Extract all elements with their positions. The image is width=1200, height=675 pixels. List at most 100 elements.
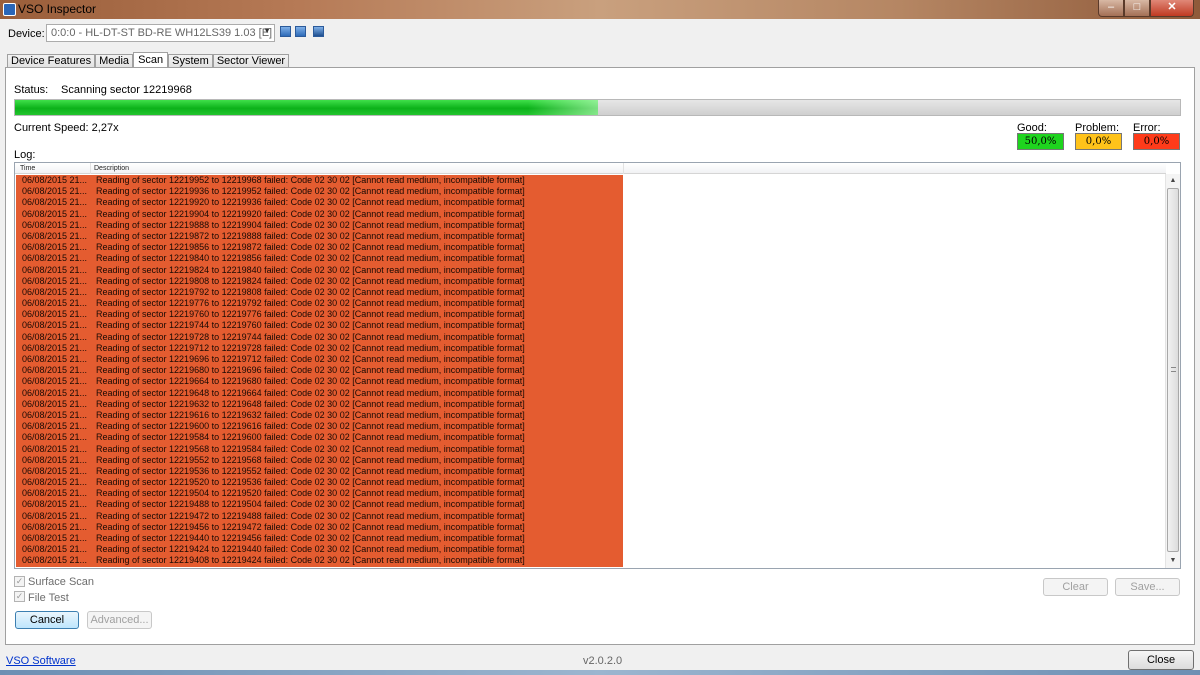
log-time-cell: 06/08/2015 21...: [22, 208, 88, 219]
log-row[interactable]: 06/08/2015 21... Reading of sector 122195…: [16, 465, 623, 478]
log-time-cell: 06/08/2015 21...: [22, 421, 88, 432]
log-time-cell: 06/08/2015 21...: [22, 264, 88, 275]
log-row[interactable]: 06/08/2015 21... Reading of sector 122195…: [16, 432, 623, 444]
log-time-cell: 06/08/2015 21...: [22, 398, 88, 409]
log-time-cell: 06/08/2015 21...: [22, 488, 88, 499]
log-description-cell: Reading of sector 12219552 to 12219568 f…: [96, 454, 525, 465]
log-description-cell: Reading of sector 12219776 to 12219792 f…: [96, 298, 525, 309]
log-scrollbar[interactable]: ▲ ▼: [1165, 174, 1180, 568]
scroll-up-icon[interactable]: ▲: [1166, 174, 1180, 188]
surface-scan-checkbox[interactable]: ✓: [14, 576, 25, 587]
tab-media[interactable]: Media: [95, 54, 134, 68]
column-separator[interactable]: [90, 163, 91, 174]
device-label: Device:: [8, 28, 45, 40]
cancel-button[interactable]: Cancel: [15, 611, 79, 629]
log-description-cell: Reading of sector 12219712 to 12219728 f…: [96, 342, 525, 353]
log-row[interactable]: 06/08/2015 21... Reading of sector 122195…: [16, 454, 623, 466]
refresh-icon[interactable]: [280, 26, 291, 37]
eject-icon[interactable]: [295, 26, 306, 37]
log-description-cell: Reading of sector 12219808 to 12219824 f…: [96, 275, 525, 286]
log-time-cell: 06/08/2015 21...: [22, 376, 88, 387]
tab-sector-viewer[interactable]: Sector Viewer: [212, 54, 290, 68]
log-row[interactable]: 06/08/2015 21... Reading of sector 122196…: [16, 354, 623, 366]
log-row[interactable]: 06/08/2015 21... Reading of sector 122196…: [16, 421, 623, 433]
log-row[interactable]: 06/08/2015 21... Reading of sector 122197…: [16, 298, 623, 310]
log-description-cell: Reading of sector 12219760 to 12219776 f…: [96, 309, 525, 320]
log-description-cell: Reading of sector 12219792 to 12219808 f…: [96, 286, 525, 297]
log-row[interactable]: 06/08/2015 21... Reading of sector 122198…: [16, 219, 623, 231]
log-description-cell: Reading of sector 12219424 to 12219440 f…: [96, 544, 525, 555]
log-row[interactable]: 06/08/2015 21... Reading of sector 122197…: [16, 331, 623, 343]
log-row[interactable]: 06/08/2015 21... Reading of sector 122198…: [16, 242, 623, 254]
log-row[interactable]: 06/08/2015 21... Reading of sector 122196…: [16, 398, 623, 410]
file-test-label: File Test: [28, 592, 69, 604]
log-time-cell: 06/08/2015 21...: [22, 544, 88, 555]
log-row[interactable]: 06/08/2015 21... Reading of sector 122194…: [16, 510, 623, 522]
log-row[interactable]: 06/08/2015 21... Reading of sector 122197…: [16, 320, 623, 332]
scrollbar-thumb[interactable]: [1167, 188, 1179, 552]
log-row[interactable]: 06/08/2015 21... Reading of sector 122196…: [16, 409, 623, 422]
column-header-time[interactable]: Time: [20, 165, 35, 172]
log-description-cell: Reading of sector 12219664 to 12219680 f…: [96, 376, 525, 387]
log-time-cell: 06/08/2015 21...: [22, 342, 88, 353]
log-row[interactable]: 06/08/2015 21... Reading of sector 122199…: [16, 186, 623, 198]
log-row[interactable]: 06/08/2015 21... Reading of sector 122194…: [16, 499, 623, 511]
log-time-cell: 06/08/2015 21...: [22, 230, 88, 241]
log-time-cell: 06/08/2015 21...: [22, 219, 88, 230]
log-row[interactable]: 06/08/2015 21... Reading of sector 122197…: [16, 342, 623, 354]
column-separator[interactable]: [623, 163, 624, 174]
good-percentage: 50,0%: [1017, 133, 1064, 150]
save-log-button[interactable]: Save...: [1115, 578, 1180, 596]
log-row[interactable]: 06/08/2015 21... Reading of sector 122196…: [16, 376, 623, 388]
log-label: Log:: [14, 149, 36, 161]
surface-scan-label: Surface Scan: [28, 576, 95, 588]
log-description-cell: Reading of sector 12219840 to 12219856 f…: [96, 253, 525, 264]
log-description-cell: Reading of sector 12219600 to 12219616 f…: [96, 421, 525, 432]
log-row[interactable]: 06/08/2015 21... Reading of sector 122196…: [16, 365, 623, 377]
file-test-checkbox[interactable]: ✓: [14, 591, 25, 602]
log-row[interactable]: 06/08/2015 21... Reading of sector 122194…: [16, 521, 623, 533]
column-header-description[interactable]: Description: [94, 165, 129, 172]
log-row[interactable]: 06/08/2015 21... Reading of sector 122196…: [16, 387, 623, 399]
log-row[interactable]: 06/08/2015 21... Reading of sector 122198…: [16, 275, 623, 287]
log-row[interactable]: 06/08/2015 21... Reading of sector 122198…: [16, 264, 623, 276]
maximize-button[interactable]: □: [1124, 0, 1150, 17]
log-row[interactable]: 06/08/2015 21... Reading of sector 122199…: [16, 197, 623, 209]
log-row[interactable]: 06/08/2015 21... Reading of sector 122197…: [16, 286, 623, 299]
log-row[interactable]: 06/08/2015 21... Reading of sector 122194…: [16, 555, 623, 567]
taskbar-edge: [0, 670, 1200, 675]
log-time-cell: 06/08/2015 21...: [22, 186, 88, 197]
log-row[interactable]: 06/08/2015 21... Reading of sector 122198…: [16, 253, 623, 265]
scroll-down-icon[interactable]: ▼: [1166, 554, 1180, 568]
log-row[interactable]: 06/08/2015 21... Reading of sector 122199…: [16, 208, 623, 220]
vso-software-link[interactable]: VSO Software: [6, 655, 76, 667]
log-table[interactable]: Time Description 06/08/2015 21... Reading…: [14, 162, 1181, 569]
clear-button[interactable]: Clear: [1043, 578, 1108, 596]
log-row[interactable]: 06/08/2015 21... Reading of sector 122195…: [16, 488, 623, 500]
close-button[interactable]: Close: [1128, 650, 1194, 670]
log-description-cell: Reading of sector 12219696 to 12219712 f…: [96, 354, 525, 364]
save-icon[interactable]: [313, 26, 324, 37]
log-description-cell: Reading of sector 12219744 to 12219760 f…: [96, 320, 525, 331]
log-description-cell: Reading of sector 12219632 to 12219648 f…: [96, 398, 525, 409]
log-row[interactable]: 06/08/2015 21... Reading of sector 122198…: [16, 230, 623, 243]
log-row[interactable]: 06/08/2015 21... Reading of sector 122199…: [16, 175, 623, 187]
log-description-cell: Reading of sector 12219872 to 12219888 f…: [96, 230, 525, 241]
device-select[interactable]: 0:0:0 - HL-DT-ST BD-RE WH12LS39 1.03 [E]…: [46, 24, 275, 42]
log-time-cell: 06/08/2015 21...: [22, 242, 88, 253]
tab-scan[interactable]: Scan: [133, 52, 169, 68]
log-row[interactable]: 06/08/2015 21... Reading of sector 122194…: [16, 533, 623, 545]
minimize-button[interactable]: –: [1098, 0, 1124, 17]
log-row[interactable]: 06/08/2015 21... Reading of sector 122195…: [16, 477, 623, 489]
close-window-button[interactable]: ✕: [1150, 0, 1194, 17]
advanced-button[interactable]: Advanced...: [87, 611, 152, 629]
device-selected-value: 0:0:0 - HL-DT-ST BD-RE WH12LS39 1.03 [E]…: [51, 27, 274, 39]
log-description-cell: Reading of sector 12219504 to 12219520 f…: [96, 488, 525, 499]
tab-device-features[interactable]: Device Features: [7, 54, 96, 68]
log-row[interactable]: 06/08/2015 21... Reading of sector 122194…: [16, 544, 623, 556]
tab-system[interactable]: System: [168, 54, 213, 68]
log-description-cell: Reading of sector 12219472 to 12219488 f…: [96, 510, 525, 521]
log-row[interactable]: 06/08/2015 21... Reading of sector 122195…: [16, 443, 623, 455]
log-description-cell: Reading of sector 12219904 to 12219920 f…: [96, 208, 525, 219]
log-row[interactable]: 06/08/2015 21... Reading of sector 122197…: [16, 309, 623, 321]
